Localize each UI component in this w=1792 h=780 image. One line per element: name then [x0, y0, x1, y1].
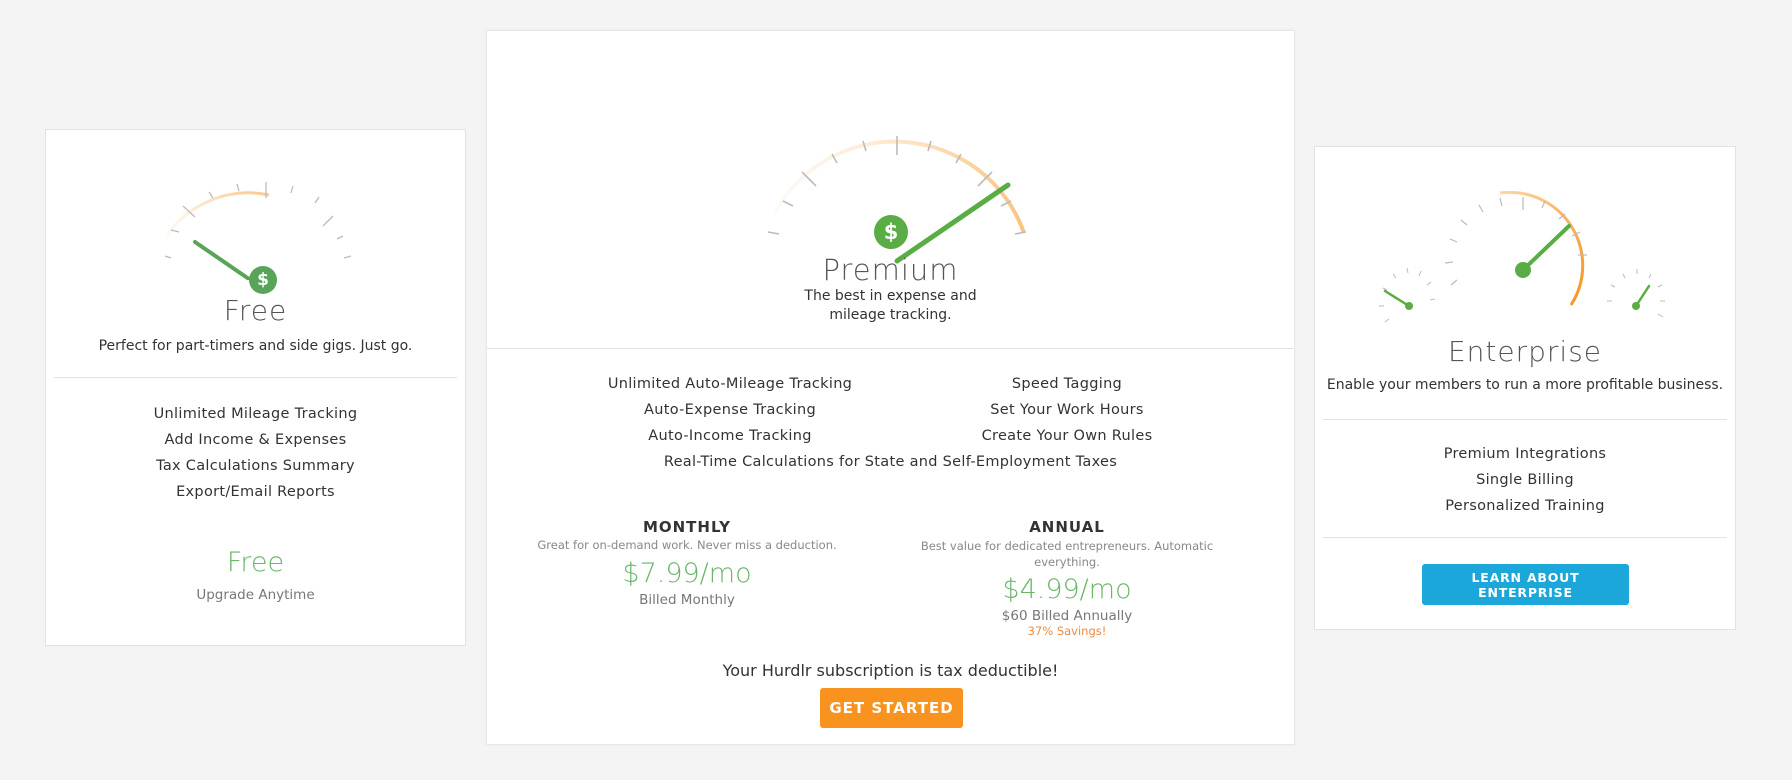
feature-item: Single Billing — [1476, 472, 1574, 488]
annual-plan-option: ANNUAL Best value for dedicated entrepre… — [907, 518, 1227, 638]
enterprise-divider — [1323, 419, 1727, 420]
feature-item: Premium Integrations — [1443, 446, 1607, 462]
learn-about-enterprise-button[interactable]: LEARN ABOUT ENTERPRISE — [1422, 564, 1629, 605]
free-dollar-icon: $ — [249, 266, 277, 294]
premium-feature-list-right: Speed Tagging Set Your Work Hours Create… — [912, 371, 1222, 449]
premium-plan-title: Premium — [822, 253, 959, 287]
feature-item: Auto-Expense Tracking — [644, 402, 816, 418]
free-plan-title: Free — [223, 294, 288, 327]
enterprise-divider-bottom — [1323, 537, 1727, 538]
free-divider — [54, 377, 457, 378]
free-plan-card: $ Free Perfect for part-timers and side … — [45, 129, 466, 646]
monthly-price: $7.99/mo — [622, 558, 752, 589]
feature-item: Tax Calculations Summary — [156, 458, 355, 474]
premium-dollar-icon: $ — [874, 215, 908, 249]
feature-item: Unlimited Mileage Tracking — [153, 406, 358, 422]
free-price-note: Upgrade Anytime — [196, 587, 315, 603]
enterprise-plan-title: Enterprise — [1447, 335, 1603, 368]
monthly-heading: MONTHLY — [642, 518, 732, 536]
feature-item: Speed Tagging — [1011, 376, 1123, 392]
premium-plan-card: $ Premium The best in expense and mileag… — [486, 30, 1295, 745]
premium-plan-subtitle: The best in expense and mileage tracking… — [487, 287, 1294, 325]
feature-item: Export/Email Reports — [176, 484, 335, 500]
annual-savings-badge: 37% Savings! — [1027, 624, 1107, 638]
free-speedometer-icon — [163, 182, 352, 280]
premium-feature-list-left: Unlimited Auto-Mileage Tracking Auto-Exp… — [575, 371, 885, 449]
enterprise-plan-card: Enterprise Enable your members to run a … — [1314, 146, 1736, 630]
tax-deductible-note: Your Hurdlr subscription is tax deductib… — [722, 661, 1059, 680]
subtitle-line: The best in expense and — [804, 288, 977, 304]
annual-heading: ANNUAL — [1029, 518, 1105, 536]
feature-item: Auto-Income Tracking — [648, 428, 812, 444]
monthly-plan-option: MONTHLY Great for on-demand work. Never … — [527, 518, 847, 608]
description-line: everything. — [1034, 555, 1100, 569]
description-line: Best value for dedicated entrepreneurs. … — [920, 539, 1214, 553]
enterprise-speedometers-icon — [1379, 190, 1665, 323]
feature-item: Set Your Work Hours — [990, 402, 1144, 418]
free-plan-subtitle: Perfect for part-timers and side gigs. J… — [98, 338, 413, 354]
feature-item: Add Income & Expenses — [164, 432, 347, 448]
feature-item-wide: Real-Time Calculations for State and Sel… — [663, 454, 1118, 470]
subtitle-line: mileage tracking. — [829, 307, 952, 323]
feature-item: Create Your Own Rules — [981, 428, 1153, 444]
annual-billing: $60 Billed Annually — [1001, 608, 1133, 624]
feature-item: Unlimited Auto-Mileage Tracking — [607, 376, 853, 392]
get-started-button[interactable]: GET STARTED — [820, 688, 963, 728]
free-price: Free — [226, 547, 285, 578]
annual-price: $4.99/mo — [1002, 574, 1132, 605]
monthly-description: Great for on-demand work. Never miss a d… — [537, 538, 837, 552]
enterprise-feature-list: Premium Integrations Single Billing Pers… — [1315, 441, 1735, 519]
annual-description: Best value for dedicated entrepreneurs. … — [907, 538, 1227, 570]
premium-divider — [487, 348, 1294, 349]
free-feature-list: Unlimited Mileage Tracking Add Income & … — [46, 401, 465, 505]
enterprise-plan-subtitle: Enable your members to run a more profit… — [1326, 377, 1724, 393]
feature-item: Personalized Training — [1445, 498, 1605, 514]
monthly-billing: Billed Monthly — [639, 592, 735, 608]
